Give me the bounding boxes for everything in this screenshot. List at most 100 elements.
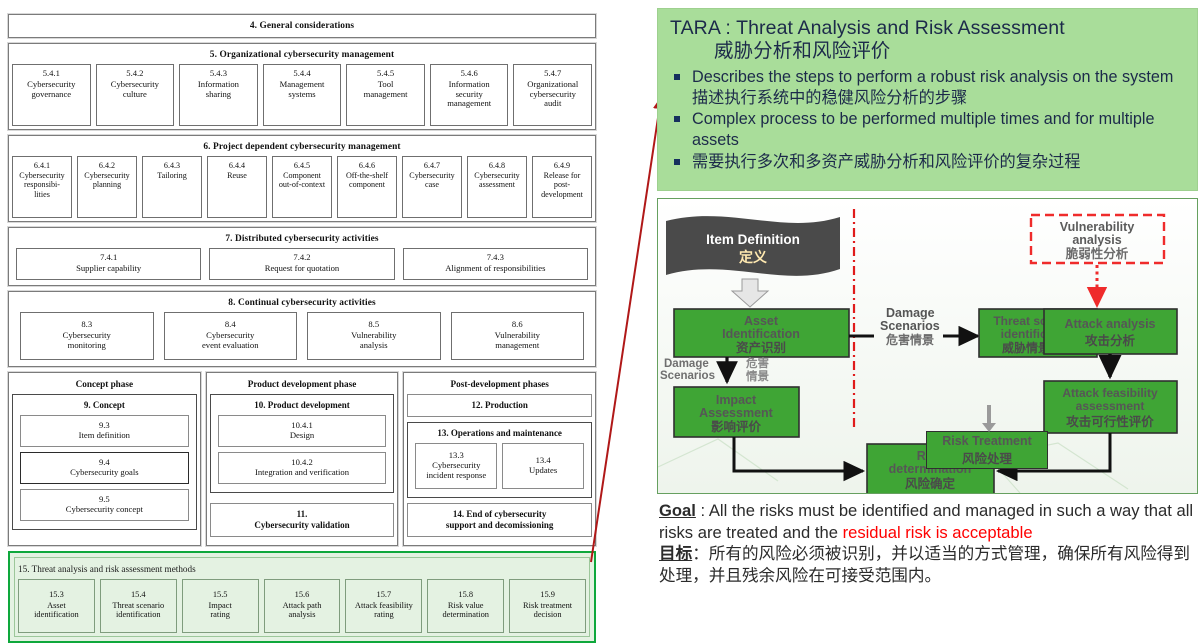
svg-text:Vulnerability: Vulnerability	[1060, 220, 1135, 234]
clause-label: Tool management	[363, 78, 408, 99]
clause-box: 7.4.2 Request for quotation	[209, 248, 395, 280]
clause-number: 15.6	[294, 590, 310, 600]
flow-node-risk-treatment-cn: 风险处理	[961, 451, 1012, 466]
clause-number: 5.4.1	[42, 68, 60, 78]
clause-box: 12. Production	[407, 394, 593, 417]
clause-box: 13.4 Updates	[502, 442, 585, 489]
clause-label: Cybersecurity event evaluation	[201, 330, 259, 350]
clause-label: Component out-of-context	[278, 171, 326, 190]
clause-box: 15.4 Threat scenario identification	[99, 578, 177, 633]
risk-determination-to-treatment-arrow	[982, 405, 996, 432]
clause-number: 15.7	[376, 590, 392, 600]
clause-number: 8.3	[81, 319, 93, 330]
clause-label: Cybersecurity monitoring	[62, 330, 111, 350]
clause-label: Risk treatment decision	[523, 600, 573, 620]
tara-process-flow-diagram: Item Definition 定义 Asset Identification …	[657, 198, 1198, 494]
clause-number: 6.4.1	[33, 161, 51, 170]
svg-text:资产识别: 资产识别	[736, 340, 786, 355]
clause-box: 8.6 Vulnerability management	[450, 312, 584, 360]
goal-cn-line: 目标：所有的风险必须被识别，并以适当的方式管理，确保所有风险得到处理，并且残余风…	[659, 543, 1198, 586]
clause-number: 7.4.1	[100, 252, 118, 263]
clause-box: 10.4.1 Design	[217, 414, 387, 447]
clause-label: Design	[289, 429, 315, 440]
band-continual-cybersecurity-activities: 8. Continual cybersecurity activities 8.…	[7, 290, 597, 368]
clause-box: 6.4.3 Tailoring	[142, 156, 202, 218]
clause-number: 15.4	[130, 590, 146, 600]
goal-text-red: residual risk is acceptable	[842, 522, 1033, 542]
clause-number: 5.4.7	[544, 68, 562, 78]
clause-box: 9.5 Cybersecurity concept	[20, 488, 189, 521]
slide-root: 4. General considerations 5. Organizatio…	[0, 0, 1202, 643]
clause-number: 7.4.3	[486, 252, 504, 263]
clause-label: Cybersecurity case	[409, 171, 455, 190]
clause-box: 8.4 Cybersecurity event evaluation	[163, 312, 297, 360]
clause-group: 10. Product development 10.4.1 Design 10.4.…	[209, 394, 395, 493]
goal-text-cn: ：所有的风险必须被识别，并以适当的方式管理，确保所有风险得到处理，并且残余风险在…	[659, 544, 1190, 586]
clause-number: 8.6	[511, 319, 523, 330]
clause-box: 15.8 Risk value determination	[427, 578, 505, 633]
clause-label: Reuse	[227, 171, 247, 181]
clause-box: 5.4.6 Information security management	[429, 64, 509, 126]
clause-group-title: 13. Operations and maintenance	[437, 427, 562, 438]
clause-number: 6.4.9	[553, 161, 571, 170]
bullet-square-icon	[674, 116, 680, 123]
clause-box: 6.4.7 Cybersecurity case	[402, 156, 462, 218]
band-title: 8. Continual cybersecurity activities	[228, 298, 376, 308]
tara-bullet-text: Complex process to be performed multiple…	[692, 110, 1155, 150]
svg-text:Identification: Identification	[722, 327, 800, 341]
clause-number: 6.4.8	[488, 161, 506, 170]
clause-leaf-row: 13.3 Cybersecurity incident response 13.4 U…	[415, 442, 585, 489]
clause-label: Cybersecurity assessment	[474, 171, 520, 190]
tara-bullet: Describes the steps to perform a robust …	[670, 67, 1187, 108]
clause-box: 5.4.5 Tool management	[346, 64, 425, 126]
phase-column: Post-development phases 12. Production 13.…	[402, 371, 598, 547]
clause-number: 6.4.3	[163, 161, 181, 170]
svg-text:情景: 情景	[745, 369, 769, 383]
tara-bullet: 需要执行多次和多资产威胁分析和风险评价的复杂过程	[670, 152, 1187, 173]
clause-box: 15.5 Impact rating	[181, 578, 259, 633]
lifecycle-phases: Concept phase 9. Concept 9.3 Item definitio…	[7, 371, 598, 547]
clause-box: 9.4 Cybersecurity goals	[20, 451, 189, 484]
clause-box: 10.4.2 Integration and verification	[217, 451, 387, 484]
band-title: 6. Project dependent cybersecurity manag…	[203, 142, 401, 152]
iso21434-structure-diagram: 4. General considerations 5. Organizatio…	[7, 13, 598, 643]
band-general-considerations: 4. General considerations	[7, 13, 597, 39]
clause-box: 5.4.4 Management systems	[262, 64, 342, 126]
clause-number: 15.5	[212, 590, 228, 600]
band7-cells: 7.4.1 Supplier capability 7.4.2 Request for…	[12, 248, 592, 282]
clause-label: Cybersecurity concept	[65, 503, 143, 514]
clause-label: Cybersecurity governance	[27, 78, 76, 99]
clause-box: 6.4.5 Component out-of-context	[272, 156, 332, 218]
clause-box: 6.4.8 Cybersecurity assessment	[467, 156, 527, 218]
clause-number: 6.4.6	[358, 161, 376, 170]
clause-number: 8.4	[224, 319, 236, 330]
tara-title: TARA : Threat Analysis and Risk Assessme…	[670, 17, 1187, 63]
goal-statement: Goal : All the risks must be identified …	[659, 500, 1198, 587]
clause-box: 13.3 Cybersecurity incident response	[415, 442, 498, 489]
clause-label: Impact rating	[208, 600, 232, 620]
tara-bullet: Complex process to be performed multiple…	[670, 109, 1187, 150]
clause-box: 5.4.3 Information sharing	[179, 64, 258, 126]
bullet-square-icon	[674, 158, 680, 165]
svg-text:Impact: Impact	[716, 393, 757, 407]
tara-bullet-text: Describes the steps to perform a robust …	[692, 68, 1174, 107]
clause-box: 5.4.1 Cybersecurity governance	[12, 64, 91, 126]
tara-bullet-text: 需要执行多次和多资产威胁分析和风险评价的复杂过程	[692, 152, 1081, 171]
clause-number: 8.5	[368, 319, 380, 330]
band-title: 5. Organizational cybersecurity manageme…	[209, 50, 395, 60]
svg-text:Damage: Damage	[886, 306, 935, 320]
svg-text:assessment: assessment	[1076, 399, 1145, 413]
band8-cells: 8.3 Cybersecurity monitoring 8.4 Cybersecur…	[12, 312, 592, 363]
band-title: 15. Threat analysis and risk assessment …	[18, 563, 196, 574]
phase-title: Post-development phases	[450, 379, 549, 389]
svg-text:Attack analysis: Attack analysis	[1064, 317, 1155, 331]
clause-number: 5.4.4	[293, 68, 311, 78]
tara-callout-box: TARA : Threat Analysis and Risk Assessme…	[657, 8, 1198, 191]
clause-label: Off-the-shelf component	[345, 171, 389, 190]
clause-box: 15.6 Attack path analysis	[263, 578, 341, 633]
clause-number: 6.4.7	[423, 161, 441, 170]
clause-box: 6.4.2 Cybersecurity planning	[77, 156, 137, 218]
clause-label: Vulnerability analysis	[351, 330, 397, 350]
phase-title: Product development phase	[247, 379, 357, 389]
clause-label: Cybersecurity incident response	[426, 459, 487, 480]
